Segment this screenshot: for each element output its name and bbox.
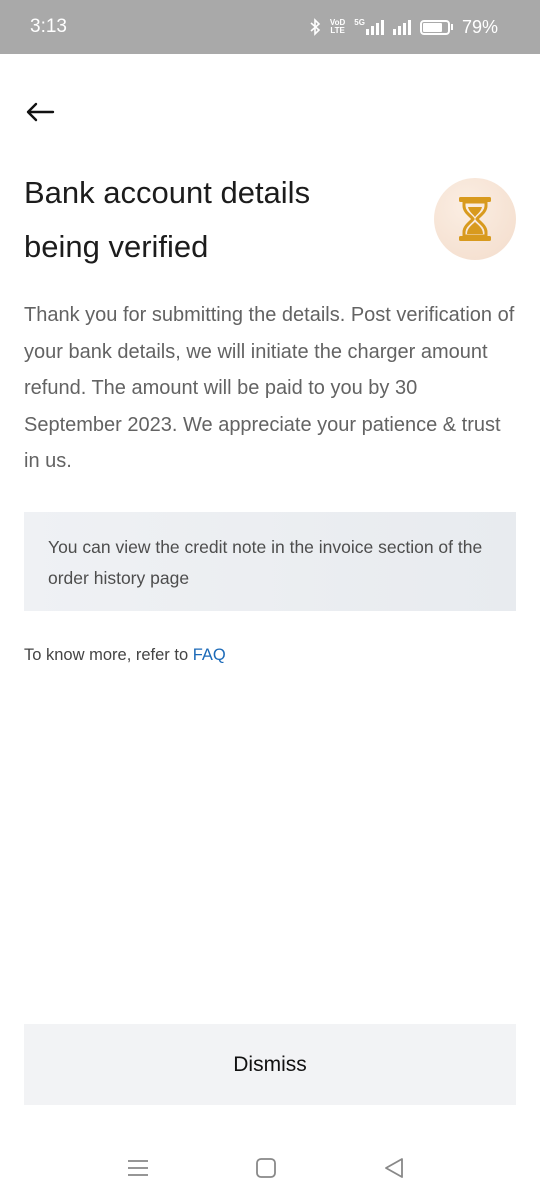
- arrow-left-icon: [26, 102, 55, 122]
- home-square-icon[interactable]: [252, 1156, 280, 1180]
- volte-indicator: VoD LTE: [329, 18, 346, 35]
- bluetooth-icon: [310, 18, 321, 36]
- dismiss-button[interactable]: Dismiss: [24, 1024, 516, 1105]
- battery-percent: 79%: [461, 16, 498, 37]
- faq-link[interactable]: FAQ: [193, 646, 226, 664]
- back-button[interactable]: [22, 94, 58, 130]
- battery-icon: [419, 19, 453, 35]
- status-icon-badge: [434, 178, 516, 260]
- page-title: Bank account details being verified: [24, 175, 311, 264]
- battery-fill: [422, 22, 442, 32]
- status-time: 3:13: [30, 16, 67, 37]
- faq-line: To know more, refer to FAQ: [24, 646, 226, 665]
- signal-strength-icon: [365, 19, 384, 35]
- status-bar: 3:13 VoD LTE 5G 79%: [0, 0, 540, 54]
- credit-note-text: You can view the credit note in the invo…: [48, 537, 483, 588]
- menu-icon[interactable]: [124, 1156, 152, 1180]
- hourglass-icon: [459, 197, 491, 241]
- faq-prefix: To know more, refer to: [24, 646, 193, 664]
- signal-strength-icon-2: [392, 19, 411, 35]
- signal-5g: 5G: [354, 19, 384, 35]
- verification-message: Thank you for submitting the details. Po…: [24, 304, 515, 472]
- credit-note-info: You can view the credit note in the invo…: [24, 512, 516, 611]
- back-triangle-icon[interactable]: [380, 1156, 408, 1180]
- system-nav-bar: [0, 1140, 540, 1200]
- status-icons: VoD LTE 5G 79%: [309, 17, 498, 38]
